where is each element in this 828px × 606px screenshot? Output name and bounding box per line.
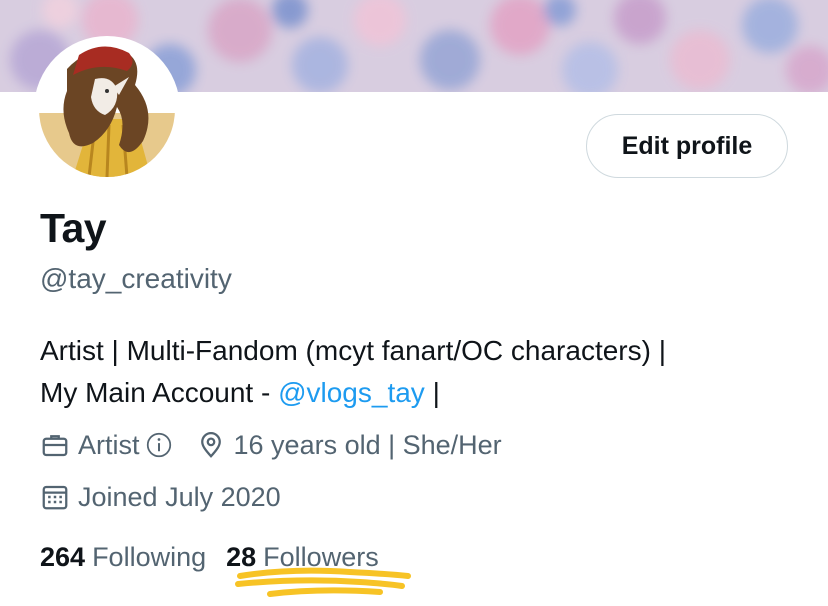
edit-profile-button[interactable]: Edit profile [586, 114, 788, 178]
following-link[interactable]: 264 Following [40, 540, 206, 574]
followers-label: Followers [263, 542, 379, 572]
profile-location-label: 16 years old | She/Her [233, 430, 502, 460]
profile-display-name: Tay [40, 205, 107, 251]
info-circle-icon[interactable] [144, 430, 174, 460]
profile-avatar[interactable] [34, 36, 180, 182]
calendar-icon [42, 485, 68, 510]
profile-joined: Joined July 2020 [40, 480, 281, 514]
profile-joined-label: Joined July 2020 [78, 482, 281, 512]
bio-line-2: My Main Account - @vlogs_tay | [40, 372, 800, 414]
profile-category-label: Artist [78, 430, 140, 460]
profile-bio: Artist | Multi-Fandom (mcyt fanart/OC ch… [40, 330, 800, 414]
profile-handle: @tay_creativity [40, 263, 232, 294]
bio-mention-link[interactable]: @vlogs_tay [278, 377, 425, 408]
following-count: 264 [40, 542, 86, 572]
followers-link[interactable]: 28 Followers [226, 540, 379, 574]
following-label: Following [92, 542, 207, 572]
profile-meta-row: Artist 16 years old | She/Her [40, 428, 502, 462]
profile-joined-row: Joined July 2020 [40, 480, 281, 514]
briefcase-icon [42, 435, 68, 457]
location-pin-icon [200, 432, 221, 458]
bio-line-2-suffix: | [424, 377, 440, 408]
profile-location: 16 years old | She/Her [196, 428, 502, 462]
bio-line-2-prefix: My Main Account - [40, 377, 279, 408]
bio-line-1: Artist | Multi-Fandom (mcyt fanart/OC ch… [40, 335, 667, 366]
avatar-image [39, 41, 175, 177]
followers-count: 28 [226, 542, 257, 572]
profile-category: Artist [40, 428, 174, 462]
profile-stats: 264 Following 28 Followers [40, 540, 379, 574]
